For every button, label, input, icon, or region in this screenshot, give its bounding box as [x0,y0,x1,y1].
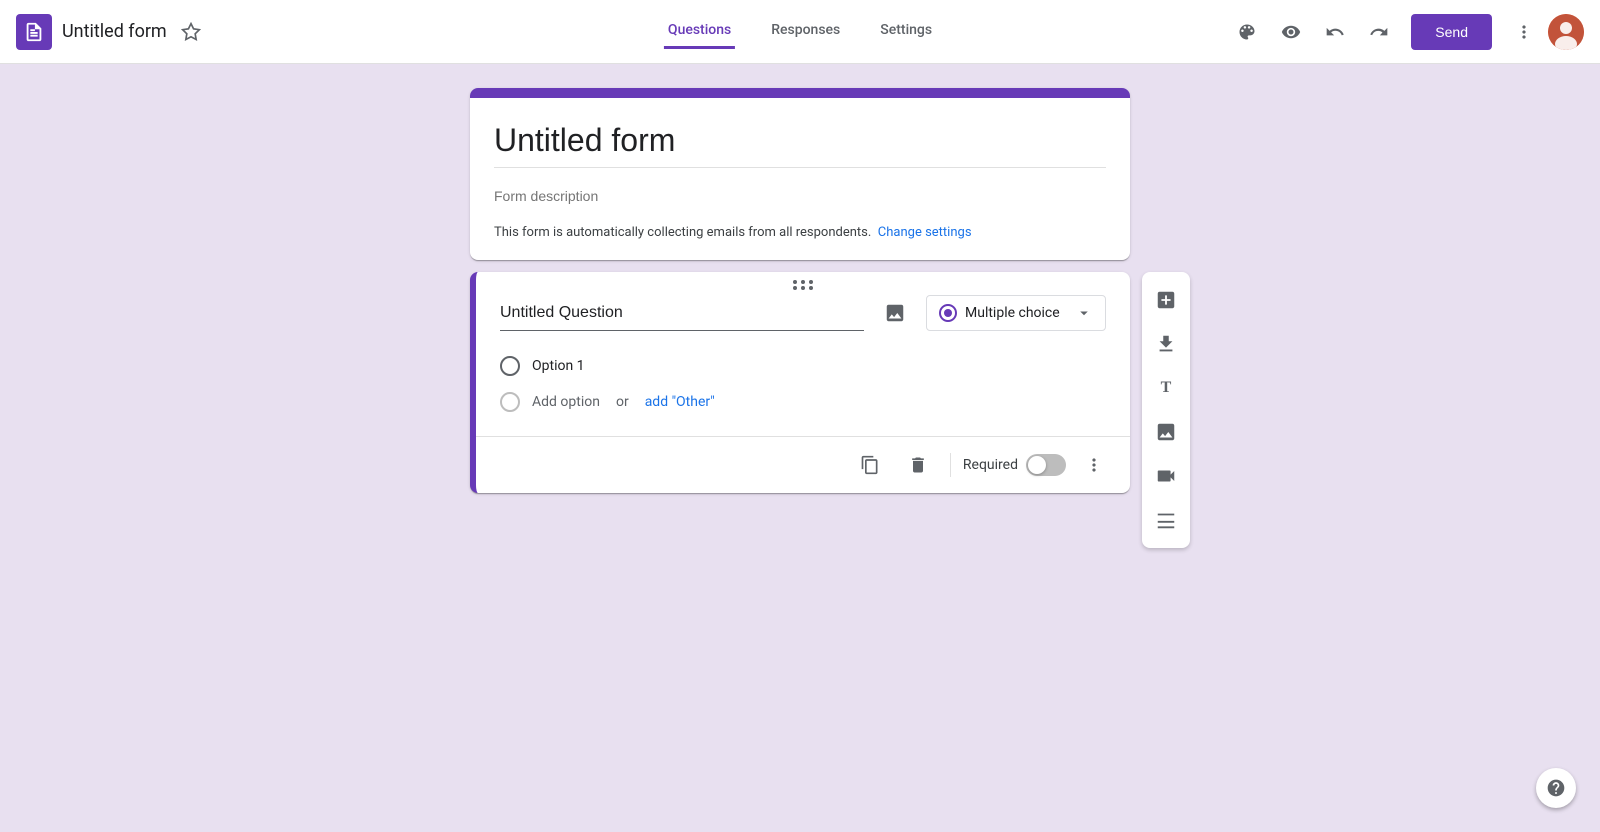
duplicate-button[interactable] [850,445,890,485]
question-top: Multiple choice [476,294,1130,348]
topbar: Untitled form Questions Responses Settin… [0,0,1600,64]
form-header-card: This form is automatically collecting em… [470,88,1130,260]
email-notice: This form is automatically collecting em… [494,225,1106,240]
topbar-form-title: Untitled form [62,21,167,42]
divider [950,453,951,477]
avatar[interactable] [1548,14,1584,50]
add-other-link[interactable]: add "Other" [645,394,715,410]
add-question-button[interactable] [1146,280,1186,320]
drag-handle[interactable] [476,272,1130,294]
topbar-center: Questions Responses Settings [664,14,936,49]
required-label: Required [963,457,1018,473]
main-content: This form is automatically collecting em… [0,64,1600,832]
type-label: Multiple choice [965,305,1060,321]
topbar-right: Send [1227,12,1584,52]
more-button[interactable] [1504,12,1544,52]
required-toggle[interactable] [1026,454,1066,476]
form-header-body: This form is automatically collecting em… [470,98,1130,260]
undo-button[interactable] [1315,12,1355,52]
toggle-knob [1028,456,1046,474]
radio-icon [939,304,957,322]
add-image-sidebar-button[interactable] [1146,412,1186,452]
form-title-input[interactable] [494,122,1106,168]
question-text-input[interactable] [500,296,864,331]
topbar-left: Untitled form [16,14,1227,50]
form-description-input[interactable] [494,184,1106,209]
option-label: Option 1 [532,358,585,374]
add-option-row: Add option or add "Other" [500,384,1106,420]
add-option-or: or [616,394,629,410]
app-icon [16,14,52,50]
question-card-wrapper: Multiple choice Option 1 Add option or a… [470,272,1130,493]
add-option-text[interactable]: Add option [532,394,600,410]
side-toolbar: T [1142,272,1190,548]
footer-more-button[interactable] [1074,445,1114,485]
add-title-button[interactable]: T [1146,368,1186,408]
delete-button[interactable] [898,445,938,485]
add-image-button[interactable] [876,294,914,332]
add-option-circle [500,392,520,412]
star-button[interactable] [177,18,205,46]
palette-button[interactable] [1227,12,1267,52]
question-type-select[interactable]: Multiple choice [926,295,1106,331]
question-footer: Required [476,436,1130,493]
redo-button[interactable] [1359,12,1399,52]
add-section-button[interactable] [1146,500,1186,540]
import-questions-button[interactable] [1146,324,1186,364]
tab-settings[interactable]: Settings [876,14,936,49]
help-button[interactable] [1536,768,1576,808]
form-header-accent [470,88,1130,98]
send-button[interactable]: Send [1411,14,1492,50]
tab-responses[interactable]: Responses [767,14,844,49]
question-input-area [500,296,864,331]
change-settings-link[interactable]: Change settings [878,225,972,240]
tab-questions[interactable]: Questions [664,14,735,49]
option-item: Option 1 [500,348,1106,384]
add-video-button[interactable] [1146,456,1186,496]
question-card: Multiple choice Option 1 Add option or a… [470,272,1130,493]
email-notice-text: This form is automatically collecting em… [494,225,871,240]
options-area: Option 1 Add option or add "Other" [476,348,1130,436]
preview-button[interactable] [1271,12,1311,52]
option-radio [500,356,520,376]
